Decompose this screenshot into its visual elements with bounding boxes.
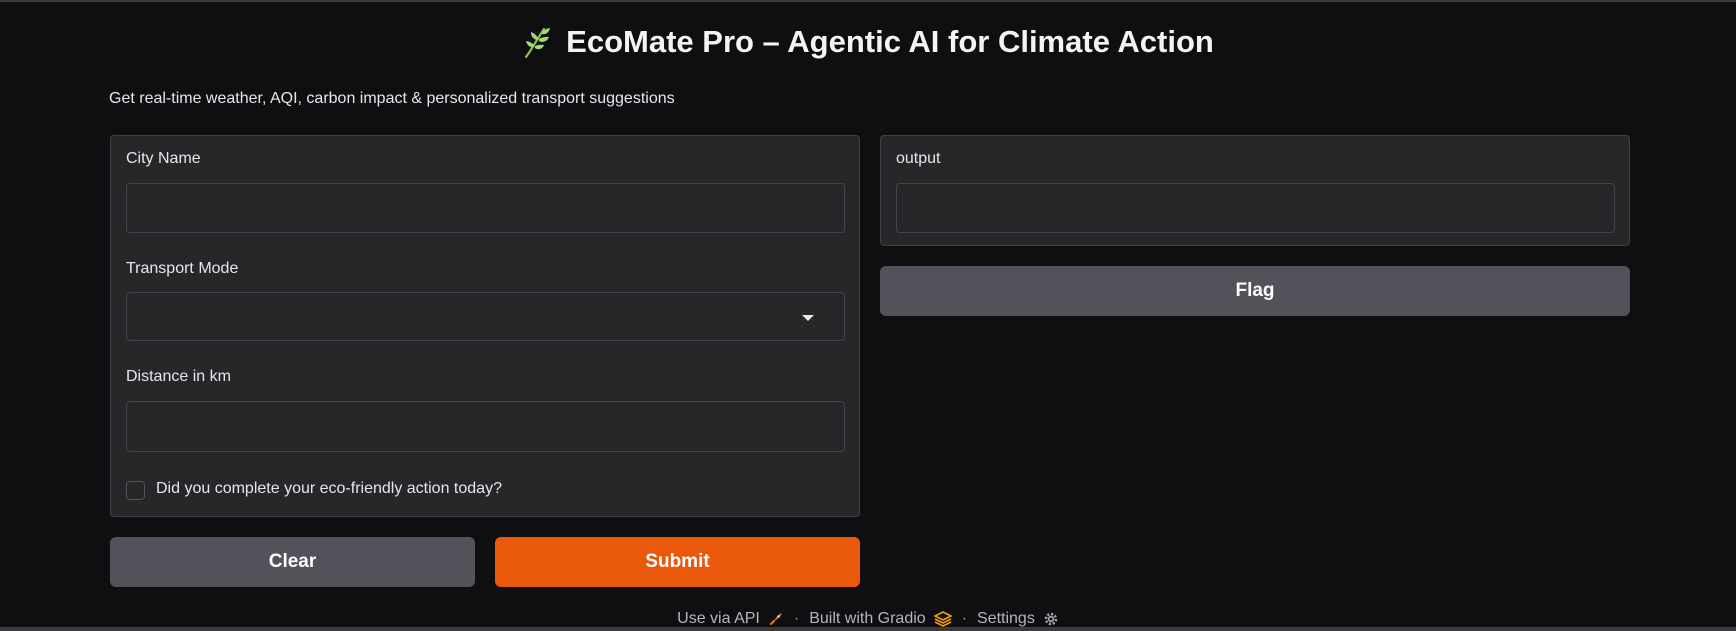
built-with-gradio-link[interactable]: Built with Gradio: [809, 610, 952, 628]
built-with-gradio-label: Built with Gradio: [809, 610, 926, 627]
output-textbox[interactable]: [896, 183, 1615, 233]
page-subtitle: Get real-time weather, AQI, carbon impac…: [109, 90, 675, 107]
settings-label: Settings: [977, 610, 1035, 627]
output-label: output: [896, 150, 941, 167]
transport-mode-dropdown[interactable]: [126, 292, 845, 341]
footer-separator: ·: [961, 610, 968, 627]
eco-action-checkbox-label[interactable]: Did you complete your eco-friendly actio…: [156, 480, 502, 498]
gradio-logo-icon: [933, 611, 952, 627]
page-title: EcoMate Pro – Agentic AI for Climate Act…: [566, 24, 1214, 59]
use-via-api-label: Use via API: [677, 610, 760, 627]
output-panel: output: [880, 135, 1630, 246]
app-window: EcoMate Pro – Agentic AI for Climate Act…: [0, 0, 1736, 631]
flag-button[interactable]: Flag: [880, 266, 1630, 316]
page-title-row: EcoMate Pro – Agentic AI for Climate Act…: [0, 24, 1736, 60]
input-panel: City Name Transport Mode Distance in km …: [110, 135, 860, 517]
chevron-down-icon[interactable]: [802, 315, 814, 321]
eco-action-checkbox[interactable]: [126, 481, 145, 500]
settings-link[interactable]: Settings: [977, 610, 1059, 628]
city-name-input[interactable]: [126, 183, 845, 233]
distance-input[interactable]: [126, 401, 845, 452]
city-name-label: City Name: [126, 150, 201, 167]
submit-button[interactable]: Submit: [495, 537, 860, 587]
use-via-api-link[interactable]: Use via API: [677, 610, 784, 628]
footer-separator: ·: [793, 610, 800, 627]
footer: Use via API · Built with Gradio · Settin…: [0, 610, 1736, 628]
distance-label: Distance in km: [126, 368, 231, 385]
rocket-icon: [769, 613, 782, 625]
gear-icon: [1044, 612, 1058, 626]
clear-button[interactable]: Clear: [110, 537, 475, 587]
leaf-icon: [525, 27, 551, 59]
transport-mode-label: Transport Mode: [126, 260, 239, 277]
